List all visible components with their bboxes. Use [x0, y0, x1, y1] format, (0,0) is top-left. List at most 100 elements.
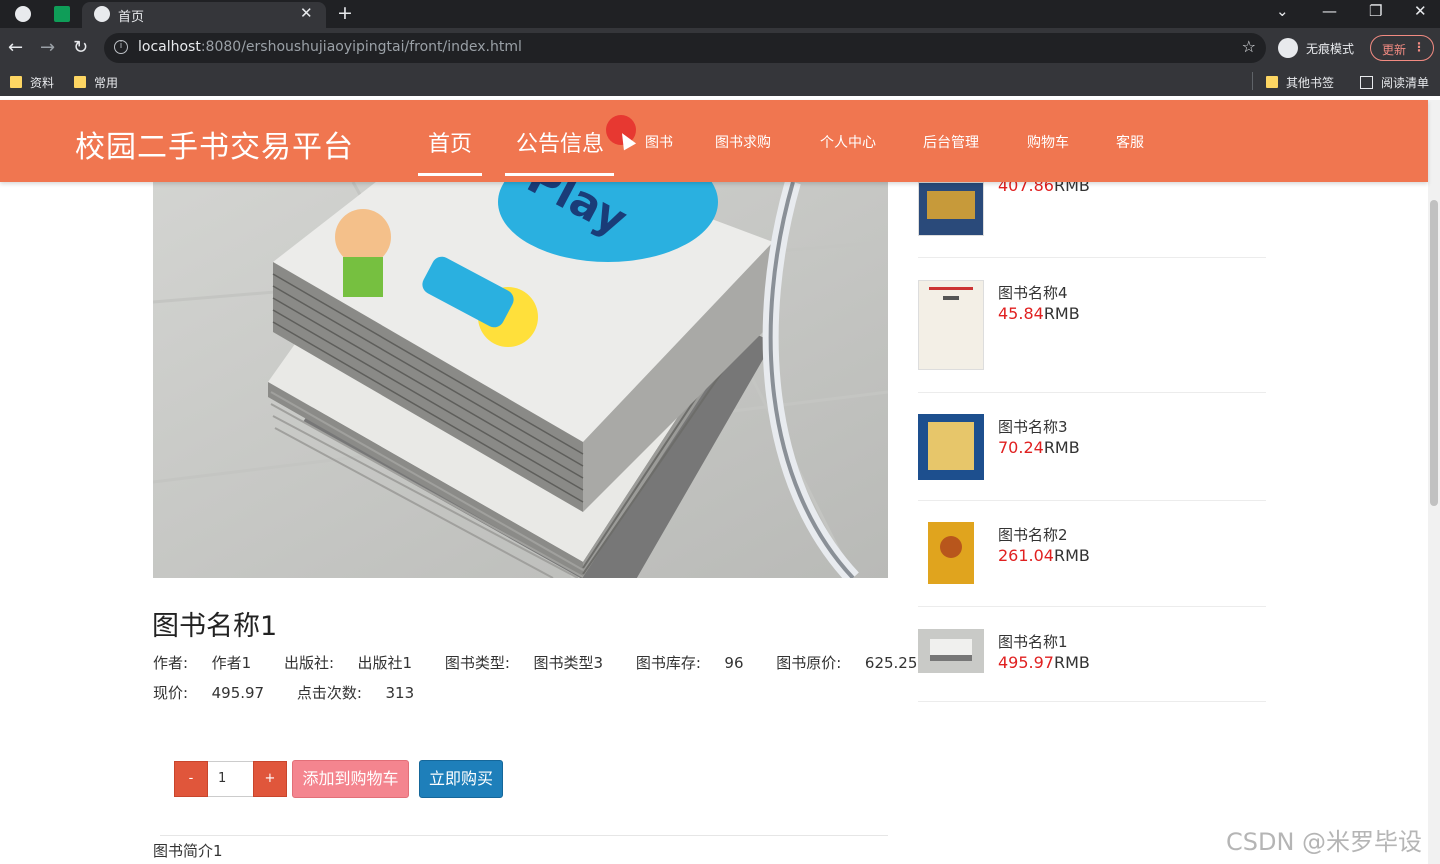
- back-icon[interactable]: ←: [8, 37, 23, 58]
- book-thumbnail: [918, 414, 984, 480]
- globe-icon: [94, 6, 110, 22]
- book-stack-photo: Play: [153, 182, 888, 578]
- book-thumbnail: [918, 280, 984, 370]
- update-label: 更新: [1382, 43, 1407, 57]
- book-meta-line-2: 现价: 495.97 点击次数: 313: [153, 682, 442, 703]
- book-thumbnail: [918, 629, 984, 673]
- item-divider: [918, 500, 1266, 501]
- book-title: 图书名称1: [152, 611, 278, 642]
- minimize-icon[interactable]: —: [1322, 2, 1337, 20]
- nav-notice[interactable]: 公告信息: [516, 126, 604, 158]
- tab-title: 首页: [118, 10, 145, 25]
- price-number: 261.04: [998, 546, 1054, 565]
- item-divider: [918, 392, 1266, 393]
- author-value: 作者1: [211, 654, 252, 672]
- nav-service[interactable]: 客服: [1116, 132, 1144, 152]
- author-label: 作者:: [153, 654, 189, 672]
- price-number: 45.84: [998, 304, 1044, 323]
- price-unit: RMB: [1053, 653, 1090, 672]
- book-intro: 图书简介1: [153, 842, 223, 860]
- clicks-value: 313: [385, 684, 415, 702]
- bookmark-star-icon[interactable]: ☆: [1242, 37, 1256, 56]
- book-price: 70.24RMB: [998, 438, 1080, 457]
- book-name: 图书名称2: [998, 526, 1068, 544]
- bookmarks-bar: 资料 常用 其他书签 阅读清单: [0, 68, 1440, 96]
- bookmark-label: 其他书签: [1286, 76, 1335, 90]
- site-brand[interactable]: 校园二手书交易平台: [75, 122, 354, 166]
- orig-price-label: 图书原价:: [776, 654, 842, 672]
- bookmark-separator: [1252, 72, 1253, 90]
- item-divider: [918, 257, 1266, 258]
- bookmark-folder-1[interactable]: 资料: [10, 74, 54, 91]
- folder-icon: [10, 76, 22, 88]
- nav-book-requests[interactable]: 图书求购: [715, 132, 771, 152]
- author-field: 作者: 作者1: [153, 654, 265, 672]
- url-field[interactable]: i localhost:8080/ershoushujiaoyipingtai/…: [104, 33, 1266, 63]
- qty-minus-button[interactable]: -: [174, 761, 208, 797]
- type-value: 图书类型3: [533, 654, 604, 672]
- book-meta-line-1: 作者: 作者1 出版社: 出版社1 图书类型: 图书类型3 图书库存: 96 图…: [153, 652, 945, 673]
- forward-icon[interactable]: →: [40, 37, 55, 58]
- price-number: 70.24: [998, 438, 1044, 457]
- watermark-text: CSDN @米罗毕设: [1226, 828, 1423, 856]
- sheets-tab-icon[interactable]: [54, 6, 70, 22]
- book-thumbnail: [918, 182, 984, 236]
- book-price: 261.04RMB: [998, 546, 1090, 565]
- folder-icon: [74, 76, 86, 88]
- book-name: 图书名称3: [998, 418, 1068, 436]
- book-name: 图书名称1: [998, 633, 1068, 651]
- reading-list[interactable]: 阅读清单: [1360, 74, 1429, 91]
- browser-globe-icon[interactable]: [15, 6, 31, 22]
- nav-admin[interactable]: 后台管理: [923, 132, 979, 152]
- bookmark-folder-2[interactable]: 常用: [74, 74, 118, 91]
- stock-field: 图书库存: 96: [636, 654, 758, 672]
- stock-label: 图书库存:: [635, 654, 701, 672]
- reload-icon[interactable]: ↻: [73, 37, 88, 58]
- scrollbar-thumb[interactable]: [1430, 200, 1438, 506]
- price-label: 现价:: [153, 684, 189, 702]
- book-cover-image: Play: [153, 182, 888, 578]
- price-field: 现价: 495.97: [153, 684, 278, 702]
- publisher-value: 出版社1: [357, 654, 413, 672]
- update-button[interactable]: 更新 ⋮: [1370, 35, 1434, 61]
- incognito-icon: [1278, 38, 1298, 58]
- stock-value: 96: [724, 654, 744, 672]
- bookmark-label: 资料: [30, 76, 55, 90]
- nav-home[interactable]: 首页: [428, 126, 472, 158]
- section-divider: [160, 835, 888, 836]
- nav-home-underline: [418, 173, 482, 176]
- qty-plus-button[interactable]: +: [253, 761, 287, 797]
- add-to-cart-button[interactable]: 添加到购物车: [292, 760, 409, 798]
- qty-input[interactable]: 1: [208, 761, 254, 797]
- publisher-label: 出版社:: [283, 654, 334, 672]
- price-unit: RMB: [1053, 546, 1090, 565]
- reading-list-icon: [1360, 76, 1373, 89]
- other-bookmarks[interactable]: 其他书签: [1266, 74, 1334, 91]
- bookmark-label: 阅读清单: [1381, 76, 1430, 90]
- publisher-field: 出版社: 出版社1: [284, 654, 426, 672]
- new-tab-icon[interactable]: +: [337, 2, 353, 24]
- book-price: 45.84RMB: [998, 304, 1080, 323]
- item-divider: [918, 701, 1266, 702]
- nav-active-underline: [505, 173, 614, 176]
- nav-books[interactable]: 图书: [645, 132, 673, 152]
- close-window-icon[interactable]: ✕: [1414, 2, 1427, 20]
- page-scrollbar[interactable]: [1428, 100, 1440, 864]
- restore-icon[interactable]: ❐: [1369, 2, 1382, 20]
- bookmark-label: 常用: [94, 76, 119, 90]
- type-label: 图书类型:: [444, 654, 510, 672]
- orig-price-value: 625.25: [864, 654, 918, 672]
- tab-close-icon[interactable]: ✕: [300, 4, 313, 22]
- clicks-field: 点击次数: 313: [297, 684, 428, 702]
- nav-profile[interactable]: 个人中心: [820, 132, 876, 152]
- url-text: localhost:8080/ershoushujiaoyipingtai/fr…: [138, 39, 522, 55]
- type-field: 图书类型: 图书类型3: [445, 654, 617, 672]
- site-info-icon[interactable]: i: [114, 40, 128, 54]
- tab-search-icon[interactable]: ⌄: [1276, 2, 1289, 20]
- more-menu-icon: ⋮: [1413, 40, 1425, 54]
- buy-now-button[interactable]: 立即购买: [419, 760, 503, 798]
- nav-cart[interactable]: 购物车: [1027, 132, 1069, 152]
- site-header: 校园二手书交易平台 首页 公告信息 图书 图书求购 个人中心 后台管理 购物车 …: [0, 100, 1428, 182]
- book-name: 图书名称4: [998, 284, 1068, 302]
- browser-tab-strip: 首页 ✕ + ⌄ — ❐ ✕: [0, 0, 1440, 28]
